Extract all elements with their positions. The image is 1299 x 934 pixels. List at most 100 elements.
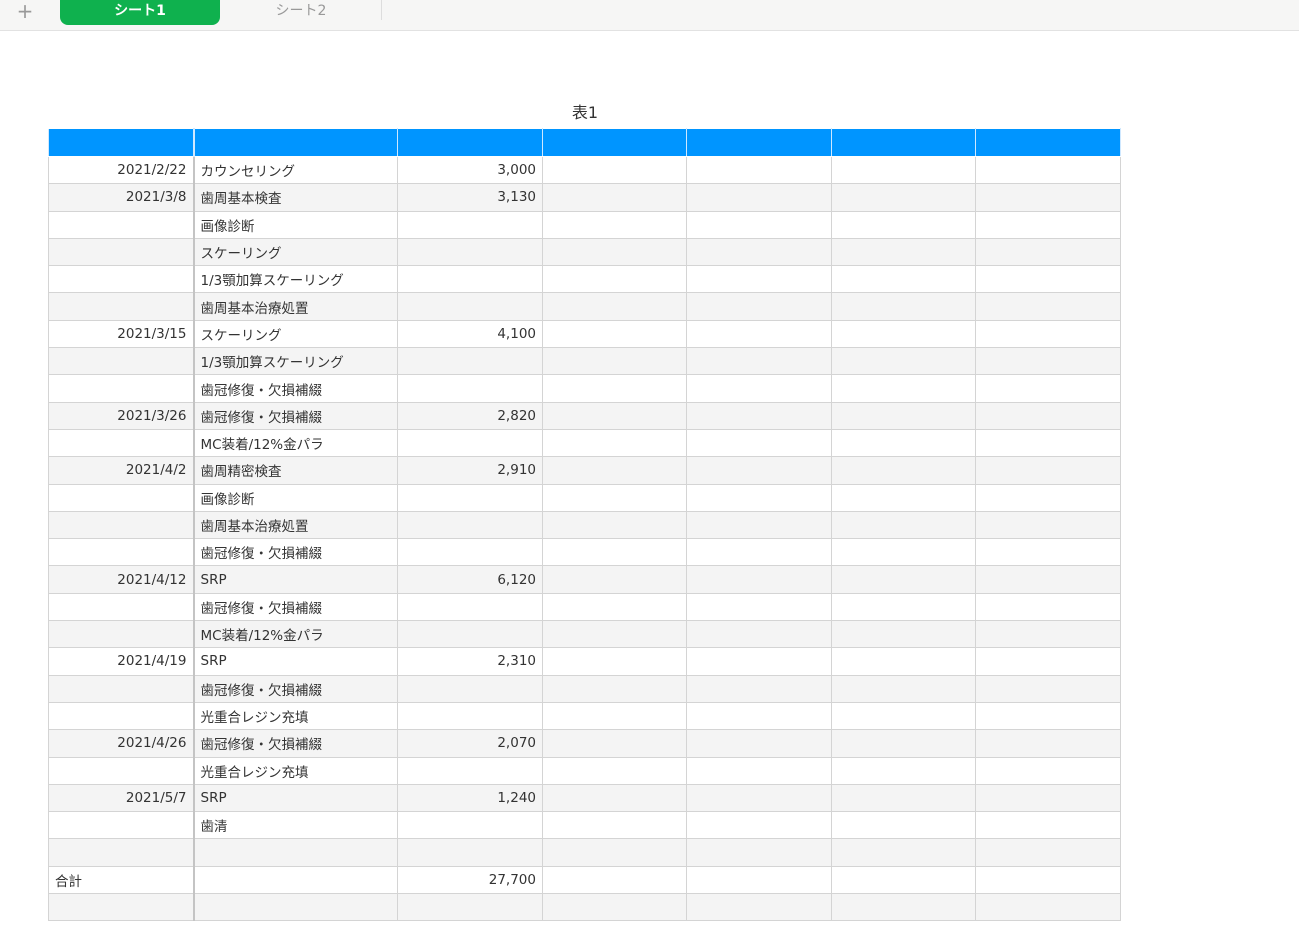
empty-cell[interactable] [975, 893, 1121, 922]
empty-cell[interactable] [975, 428, 1121, 458]
date-cell[interactable] [48, 620, 195, 649]
empty-cell[interactable] [831, 401, 976, 430]
date-cell[interactable] [48, 428, 195, 458]
treatment-cell[interactable] [193, 865, 398, 895]
empty-cell[interactable] [975, 347, 1121, 376]
empty-cell[interactable] [686, 374, 832, 403]
empty-cell[interactable] [831, 893, 976, 922]
empty-cell[interactable] [686, 592, 832, 622]
amount-cell[interactable]: 1,240 [397, 783, 543, 813]
amount-cell[interactable]: 3,000 [397, 155, 543, 185]
empty-cell[interactable] [975, 592, 1121, 622]
empty-cell[interactable] [686, 893, 832, 922]
treatment-cell[interactable]: 歯冠修復・欠損補綴 [193, 401, 398, 430]
treatment-cell[interactable]: 1/3顎加算スケーリング [193, 347, 398, 376]
amount-cell[interactable] [397, 674, 543, 703]
date-cell[interactable]: 2021/5/7 [48, 783, 195, 813]
amount-cell[interactable] [397, 428, 543, 458]
empty-cell[interactable] [686, 565, 832, 594]
empty-cell[interactable] [686, 647, 832, 676]
date-cell[interactable] [48, 838, 195, 867]
amount-cell[interactable] [397, 483, 543, 512]
empty-cell[interactable] [975, 374, 1121, 403]
amount-cell[interactable] [397, 538, 543, 567]
treatment-cell[interactable]: 歯周精密検査 [193, 456, 398, 485]
treatment-cell[interactable] [193, 893, 398, 922]
treatment-cell[interactable]: 光重合レジン充填 [193, 701, 398, 731]
empty-cell[interactable] [542, 538, 687, 567]
empty-cell[interactable] [831, 183, 976, 212]
empty-cell[interactable] [975, 483, 1121, 512]
empty-cell[interactable] [831, 701, 976, 731]
treatment-cell[interactable]: 歯周基本治療処置 [193, 510, 398, 540]
empty-cell[interactable] [542, 592, 687, 622]
date-cell[interactable] [48, 210, 195, 239]
empty-cell[interactable] [975, 756, 1121, 785]
date-cell[interactable] [48, 674, 195, 703]
empty-cell[interactable] [831, 865, 976, 895]
add-sheet-button[interactable]: + [14, 0, 36, 24]
date-cell[interactable] [48, 592, 195, 622]
empty-cell[interactable] [975, 865, 1121, 895]
date-cell[interactable]: 2021/3/8 [48, 183, 195, 212]
empty-cell[interactable] [975, 729, 1121, 758]
treatment-cell[interactable]: スケーリング [193, 319, 398, 349]
empty-cell[interactable] [831, 783, 976, 813]
empty-cell[interactable] [831, 319, 976, 349]
date-cell[interactable] [48, 374, 195, 403]
header-cell[interactable] [686, 128, 832, 157]
empty-cell[interactable] [975, 838, 1121, 867]
treatment-cell[interactable]: 歯冠修復・欠損補綴 [193, 674, 398, 703]
amount-cell[interactable]: 3,130 [397, 183, 543, 212]
empty-cell[interactable] [542, 374, 687, 403]
header-cell[interactable] [193, 128, 398, 157]
amount-cell[interactable]: 6,120 [397, 565, 543, 594]
empty-cell[interactable] [831, 729, 976, 758]
amount-cell[interactable] [397, 811, 543, 840]
empty-cell[interactable] [975, 701, 1121, 731]
empty-cell[interactable] [831, 592, 976, 622]
empty-cell[interactable] [542, 155, 687, 185]
empty-cell[interactable] [686, 210, 832, 239]
empty-cell[interactable] [542, 292, 687, 321]
treatment-cell[interactable]: 歯周基本治療処置 [193, 292, 398, 321]
empty-cell[interactable] [975, 237, 1121, 267]
empty-cell[interactable] [686, 456, 832, 485]
date-cell[interactable] [48, 347, 195, 376]
date-cell[interactable] [48, 756, 195, 785]
empty-cell[interactable] [686, 155, 832, 185]
empty-cell[interactable] [686, 292, 832, 321]
date-cell[interactable] [48, 701, 195, 731]
empty-cell[interactable] [542, 647, 687, 676]
date-cell[interactable] [48, 292, 195, 321]
empty-cell[interactable] [831, 483, 976, 512]
empty-cell[interactable] [831, 265, 976, 294]
amount-cell[interactable] [397, 701, 543, 731]
empty-cell[interactable] [542, 729, 687, 758]
empty-cell[interactable] [542, 620, 687, 649]
empty-cell[interactable] [686, 620, 832, 649]
amount-cell[interactable] [397, 210, 543, 239]
empty-cell[interactable] [542, 838, 687, 867]
empty-cell[interactable] [975, 647, 1121, 676]
empty-cell[interactable] [542, 811, 687, 840]
empty-cell[interactable] [542, 456, 687, 485]
empty-cell[interactable] [542, 674, 687, 703]
amount-cell[interactable] [397, 620, 543, 649]
date-cell[interactable] [48, 237, 195, 267]
amount-cell[interactable] [397, 838, 543, 867]
amount-cell[interactable] [397, 374, 543, 403]
empty-cell[interactable] [975, 565, 1121, 594]
empty-cell[interactable] [542, 893, 687, 922]
date-cell[interactable] [48, 538, 195, 567]
tab-sheet2[interactable]: シート2 [221, 0, 381, 25]
empty-cell[interactable] [831, 538, 976, 567]
amount-cell[interactable]: 4,100 [397, 319, 543, 349]
amount-cell[interactable] [397, 592, 543, 622]
empty-cell[interactable] [831, 155, 976, 185]
empty-cell[interactable] [686, 838, 832, 867]
date-cell[interactable]: 2021/3/15 [48, 319, 195, 349]
treatment-cell[interactable]: 歯清 [193, 811, 398, 840]
empty-cell[interactable] [975, 265, 1121, 294]
date-cell[interactable] [48, 483, 195, 512]
